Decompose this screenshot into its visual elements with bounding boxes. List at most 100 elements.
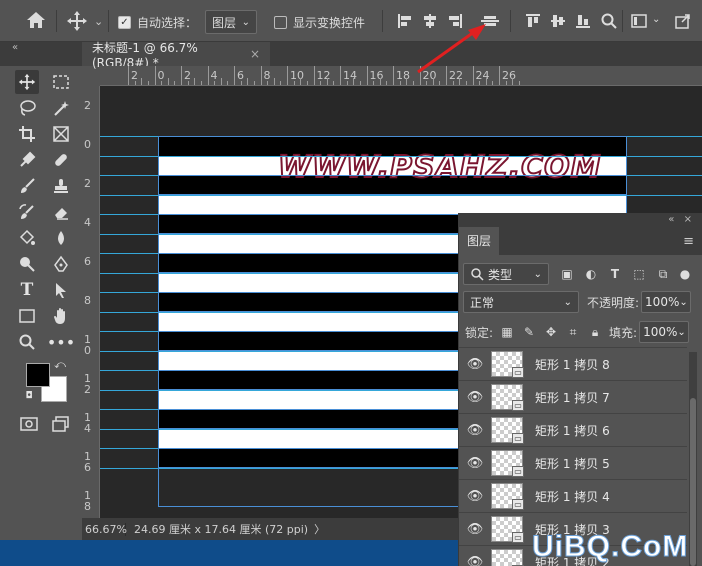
paint-bucket-icon[interactable] <box>15 226 39 250</box>
layers-scrollbar[interactable] <box>689 352 697 566</box>
eye-icon[interactable]: 👁︎ <box>459 390 491 405</box>
layer-row[interactable]: 👁︎ ▭ 矩形 1 拷贝 4 <box>459 479 687 512</box>
dodge-icon[interactable] <box>15 252 39 276</box>
panel-menu-icon[interactable]: ≡ <box>683 234 694 249</box>
layer-row[interactable]: 👁︎ ▭ 矩形 1 拷贝 5 <box>459 446 687 479</box>
zoom-icon[interactable] <box>15 330 39 354</box>
hand-icon[interactable] <box>49 304 73 328</box>
move-tool-icon[interactable] <box>15 70 39 94</box>
eye-icon[interactable]: 👁︎ <box>459 555 491 566</box>
ruler-minor-tick <box>452 81 454 85</box>
eye-icon[interactable]: 👁︎ <box>459 522 491 537</box>
align-horizontal-center-icon[interactable] <box>421 12 439 30</box>
align-middle-icon[interactable] <box>549 12 567 30</box>
ruler-minor-tick <box>293 81 295 85</box>
scroll-thumb[interactable] <box>690 398 696 566</box>
layer-row[interactable]: 👁︎ ▭ 矩形 1 拷贝 7 <box>459 380 687 413</box>
ruler-tick <box>260 66 262 85</box>
layer-filter-dropdown[interactable]: 类型 ⌄ <box>463 263 549 285</box>
align-vertical-center-icon[interactable] <box>480 12 500 30</box>
opacity-input[interactable]: 100% ⌄ <box>641 291 692 313</box>
eye-icon[interactable]: 👁︎ <box>459 456 491 471</box>
path-selection-icon[interactable] <box>49 278 73 302</box>
filter-smart-object-icon[interactable]: ⧉ <box>653 264 673 284</box>
ruler-minor-tick <box>214 81 216 85</box>
blur-icon[interactable] <box>49 226 73 250</box>
collapse-panels-icon[interactable]: « <box>12 42 18 53</box>
layer-name: 矩形 1 拷贝 8 <box>535 357 610 372</box>
panel-header-strip: « × <box>458 213 702 227</box>
lock-transparent-icon[interactable]: ▦ <box>497 322 517 342</box>
filter-adjustment-icon[interactable]: ◐ <box>581 264 601 284</box>
healing-brush-icon[interactable] <box>49 148 73 172</box>
lock-artboard-icon[interactable]: ⌗ <box>563 322 583 342</box>
history-brush-icon[interactable] <box>15 200 39 224</box>
foreground-color-swatch[interactable] <box>26 363 50 387</box>
document-tab[interactable]: 未标题-1 @ 66.7%(RGB/8#) * × <box>82 41 270 70</box>
ruler-minor-tick <box>426 81 428 85</box>
type-tool-icon[interactable]: T <box>15 278 39 302</box>
align-left-icon[interactable] <box>396 12 414 30</box>
screen-mode-icon[interactable] <box>630 12 648 30</box>
move-tool-preset[interactable]: ⌄ <box>66 10 103 32</box>
filter-pixel-icon[interactable]: ▣ <box>557 264 577 284</box>
align-top-icon[interactable] <box>524 12 542 30</box>
clone-stamp-icon[interactable] <box>49 174 73 198</box>
layer-row[interactable]: 👁︎ ▭ 矩形 1 拷贝 6 <box>459 413 687 446</box>
eye-icon[interactable]: 👁︎ <box>459 489 491 504</box>
layer-row[interactable]: 👁︎ ▭ 矩形 1 拷贝 8 <box>459 347 687 380</box>
ruler-label: 0 <box>84 138 91 151</box>
frame-icon[interactable] <box>49 122 73 146</box>
filter-toggle-icon[interactable]: ● <box>675 264 695 284</box>
collapse-icon[interactable]: « <box>668 214 674 225</box>
lock-all-icon[interactable]: 🔒︎ <box>585 322 605 342</box>
eraser-icon[interactable] <box>49 200 73 224</box>
ruler-minor-tick <box>200 81 202 85</box>
magic-wand-icon[interactable] <box>49 96 73 120</box>
zoom-level[interactable]: 66.67% <box>82 522 127 536</box>
filter-shape-icon[interactable]: ⬚ <box>629 264 649 284</box>
ruler-minor-tick <box>227 81 229 85</box>
screen-mode-toggle-icon[interactable] <box>49 412 73 436</box>
lock-image-icon[interactable]: ✎ <box>519 322 539 342</box>
default-colors-icon[interactable]: ◘ <box>23 390 35 402</box>
status-more-icon[interactable]: 〉 <box>314 521 325 537</box>
rectangle-tool-icon[interactable] <box>15 304 39 328</box>
auto-select-target-dropdown[interactable]: 图层 ⌄ <box>205 10 257 34</box>
search-icon <box>471 268 484 281</box>
close-icon[interactable]: × <box>250 47 260 61</box>
ruler-minor-tick <box>267 81 269 85</box>
home-icon[interactable] <box>26 11 46 29</box>
filter-type-icon[interactable]: T <box>605 264 625 284</box>
ruler-minor-tick <box>459 78 461 85</box>
layer-thumbnail: ▭ <box>491 516 524 543</box>
align-bottom-icon[interactable] <box>574 12 592 30</box>
ruler-label: 16 <box>369 69 384 82</box>
lasso-icon[interactable] <box>15 96 39 120</box>
swap-colors-icon[interactable]: ⤺ <box>53 358 67 372</box>
tab-layers[interactable]: 图层 <box>459 227 500 255</box>
fill-value: 100% <box>643 325 678 339</box>
close-icon[interactable]: × <box>684 214 692 225</box>
ruler-minor-tick <box>134 81 136 85</box>
eyedropper-icon[interactable] <box>15 148 39 172</box>
ruler-tick <box>128 66 129 85</box>
align-right-icon[interactable] <box>446 12 464 30</box>
quick-mask-icon[interactable] <box>17 412 41 436</box>
pen-icon[interactable] <box>49 252 73 276</box>
rectangular-marquee-icon[interactable] <box>49 70 73 94</box>
show-transform-checkbox[interactable]: 显示变换控件 <box>274 14 365 31</box>
eye-icon[interactable]: 👁︎ <box>459 423 491 438</box>
share-icon[interactable] <box>674 12 694 30</box>
chevron-down-icon[interactable]: ⌄ <box>652 14 660 25</box>
blend-mode-dropdown[interactable]: 正常 ⌄ <box>463 291 579 313</box>
eye-icon[interactable]: 👁︎ <box>459 357 491 372</box>
auto-select-checkbox[interactable]: ✓ 自动选择： <box>118 14 197 31</box>
more-tools-icon[interactable]: ••• <box>47 330 75 354</box>
crop-icon[interactable] <box>15 122 39 146</box>
search-icon[interactable] <box>600 12 618 30</box>
fill-input[interactable]: 100% ⌄ <box>639 321 690 343</box>
brush-icon[interactable] <box>15 174 39 198</box>
ruler-minor-tick <box>412 81 414 85</box>
lock-position-icon[interactable]: ✥ <box>541 322 561 342</box>
